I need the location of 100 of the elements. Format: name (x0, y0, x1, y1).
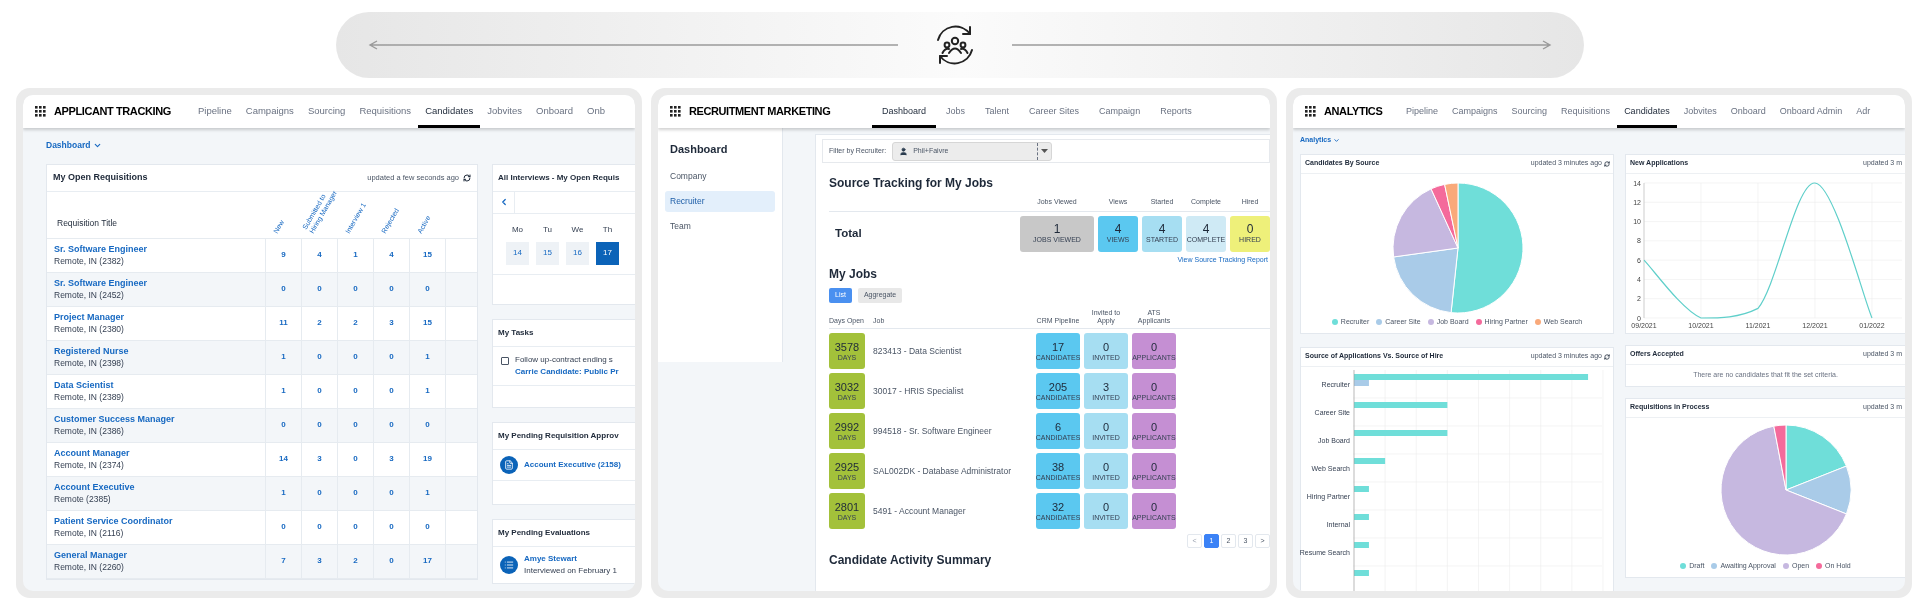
nav-tab[interactable]: Sourcing (1504, 95, 1555, 128)
tile-value: 4 (1202, 223, 1210, 236)
requisition-link[interactable]: Project Manager (54, 310, 125, 323)
date-button[interactable]: 14 (506, 241, 529, 265)
dashboard-menu[interactable]: Dashboard (46, 139, 103, 152)
nav-tab[interactable]: Campaigns (1445, 95, 1505, 128)
job-title: 994518 - Sr. Software Engineer (872, 424, 993, 438)
document-icon (500, 455, 518, 474)
grid-menu-icon[interactable] (670, 106, 681, 117)
count-cell: 0 (301, 408, 337, 442)
nav-tab[interactable]: Onboard Admin (1772, 95, 1850, 128)
sidebar-item[interactable]: Recruiter (665, 190, 775, 212)
count-cell: 4 (373, 238, 409, 272)
nav-tab[interactable]: Pipeline (1399, 95, 1446, 128)
refresh-icon[interactable] (1604, 160, 1610, 167)
chevron-down-icon (1333, 136, 1341, 144)
sidebar-item[interactable]: Team (665, 215, 775, 237)
requisition-location: Remote, IN (2260) (54, 560, 124, 574)
job-title: 823413 - Data Scientist (872, 344, 963, 358)
count-cell: 11 (265, 306, 301, 340)
count-cell: 3 (301, 544, 337, 578)
task-link[interactable]: Carrie Candidate: Public Pr (515, 365, 619, 378)
count-cell: 0 (409, 272, 445, 306)
refresh-icon[interactable] (463, 173, 471, 182)
card-title: All Interviews - My Open Requis (498, 171, 620, 184)
tile-value: 2925 (834, 460, 860, 474)
requisition-link[interactable]: Account Executive (54, 480, 135, 493)
nav-tab[interactable]: Jobvites (480, 95, 530, 128)
tile-value: 0 (1102, 340, 1110, 354)
tile-value: 17 (1051, 340, 1065, 354)
requisition-link[interactable]: Patient Service Coordinator (54, 514, 173, 527)
count-cell: 3 (301, 442, 337, 476)
requisition-link[interactable]: Sr. Software Engineer (54, 242, 148, 255)
requisition-link[interactable]: Account Manager (54, 446, 130, 459)
count-cell: 0 (265, 272, 301, 306)
grid-menu-icon[interactable] (35, 106, 46, 117)
count-cell: 1 (409, 374, 445, 408)
requisition-location: Remote, IN (2389) (54, 390, 124, 404)
requisition-link[interactable]: Customer Success Manager (54, 412, 175, 425)
nav-tab[interactable]: Onboard (529, 95, 581, 128)
count-cell: 0 (409, 510, 445, 544)
nav-tab[interactable]: Jobvites (1676, 95, 1724, 128)
date-button[interactable]: 17 (596, 241, 619, 265)
count-cell: 2 (337, 544, 373, 578)
requisition-link[interactable]: General Manager (54, 548, 128, 561)
date-button[interactable]: 16 (566, 241, 589, 265)
grid-menu-icon[interactable] (1305, 106, 1316, 117)
count-cell: 0 (373, 272, 409, 306)
tile-value: 2801 (834, 500, 860, 514)
nav-tab[interactable]: Onboard (1723, 95, 1773, 128)
approval-link[interactable]: Account Executive (2158) (524, 458, 621, 471)
requisition-link[interactable]: Sr. Software Engineer (54, 276, 148, 289)
requisition-link[interactable]: Registered Nurse (54, 344, 129, 357)
nav-tab[interactable]: Requisitions (352, 95, 419, 128)
tile-value: 6 (1054, 420, 1062, 434)
card-title: My Pending Requisition Approv (498, 429, 619, 442)
date-button[interactable]: 15 (536, 241, 559, 265)
tile-value: 0 (1150, 420, 1158, 434)
sidebar-item[interactable]: Company (665, 165, 775, 187)
nav-tab[interactable]: Jobs (936, 95, 976, 128)
count-cell: 0 (337, 408, 373, 442)
requisition-location: Remote, IN (2386) (54, 424, 124, 438)
count-cell: 0 (301, 340, 337, 374)
nav-tab[interactable]: Campaign (1089, 95, 1151, 128)
count-cell: 1 (265, 374, 301, 408)
nav-tab[interactable]: Candidates (1617, 95, 1677, 128)
count-cell: 4 (301, 238, 337, 272)
nav-tab[interactable]: Onb (580, 95, 612, 128)
nav-tab[interactable]: Candidates (418, 95, 481, 128)
candidate-link[interactable]: Amye Stewart (524, 552, 617, 565)
bar (1354, 541, 1369, 548)
requisition-location: Remote, IN (2116) (54, 526, 124, 540)
count-cell: 1 (409, 340, 445, 374)
requisition-link[interactable]: Data Scientist (54, 378, 114, 391)
tile-value: 4 (1114, 223, 1122, 236)
job-title: 5491 - Account Manager (872, 504, 967, 518)
count-cell: 2 (301, 306, 337, 340)
card-title: My Pending Evaluations (498, 526, 590, 539)
nav-tab[interactable]: Sourcing (300, 95, 353, 128)
nav-tab[interactable]: Adr (1849, 95, 1878, 128)
section-title: Candidate Activity Summary (829, 552, 993, 568)
nav-tab[interactable]: Reports (1150, 95, 1202, 128)
count-cell: 1 (337, 238, 373, 272)
tile-value: 0 (1102, 420, 1110, 434)
bar (1354, 457, 1386, 464)
nav-tab[interactable]: Requisitions (1554, 95, 1618, 128)
section-title: My Jobs (829, 266, 878, 282)
tile-value: 0 (1150, 500, 1158, 514)
nav-tab[interactable]: Campaigns (238, 95, 301, 128)
nav-tab[interactable]: Career Sites (1019, 95, 1090, 128)
app-title: RECRUITMENT MARKETING (689, 104, 831, 120)
nav-tab[interactable]: Talent (975, 95, 1020, 128)
requisition-location: Remote (2385) (54, 492, 111, 506)
nav-tab[interactable]: Dashboard (872, 95, 937, 128)
refresh-icon[interactable] (1604, 353, 1610, 360)
nav-tab[interactable]: Pipeline (191, 95, 239, 128)
tile-value: 4 (1158, 223, 1166, 236)
task-checkbox[interactable] (501, 356, 509, 365)
count-cell: 1 (409, 476, 445, 510)
count-cell: 0 (373, 408, 409, 442)
